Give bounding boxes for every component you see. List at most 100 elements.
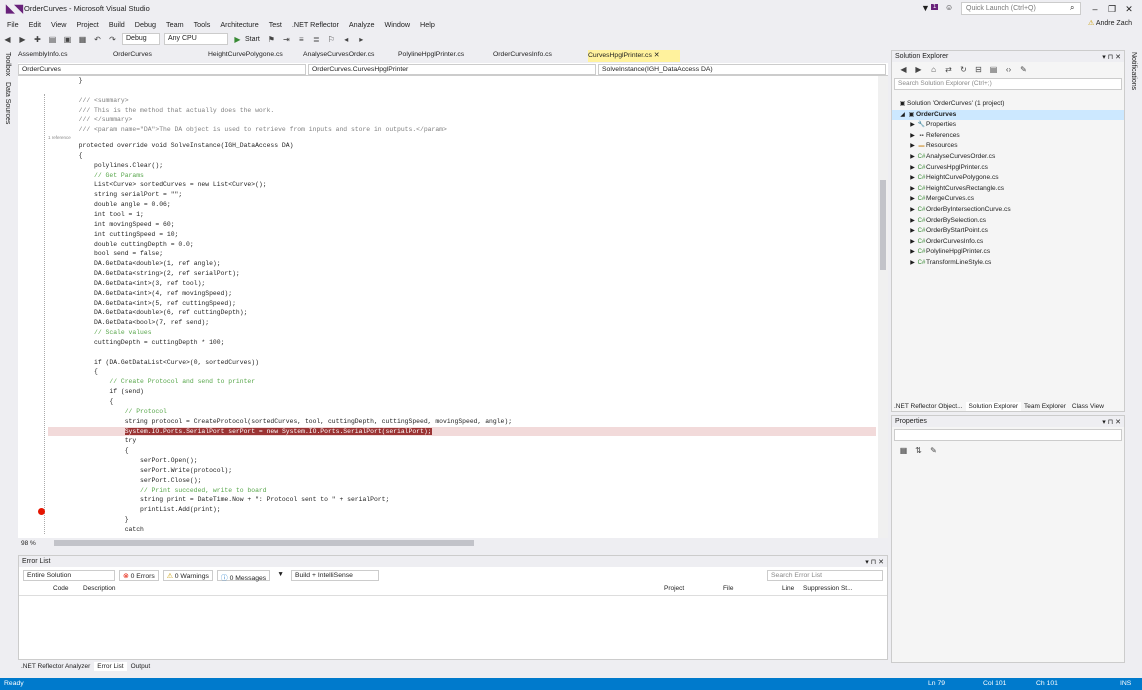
breakpoint-icon[interactable] (38, 508, 45, 515)
properties-icon[interactable]: ✎ (1018, 64, 1029, 75)
platform-select[interactable]: Any CPU (164, 33, 228, 45)
undo-icon[interactable]: ↶ (92, 34, 103, 45)
errors-filter-button[interactable]: ⊗ 0 Errors (119, 569, 159, 581)
tree-item[interactable]: ▶ C#PolylineHpglPrinter.cs (892, 247, 1124, 258)
expand-arrow-icon[interactable]: ▶ (908, 120, 917, 131)
code-line[interactable]: protected override void SolveInstance(IG… (48, 141, 876, 151)
collapse-icon[interactable]: ⊟ (973, 64, 984, 75)
forward-icon[interactable]: ▶ (17, 34, 28, 45)
code-line[interactable]: // Protocol (48, 407, 876, 417)
tree-item[interactable]: ▶ C#HeightCurvePolygone.cs (892, 173, 1124, 184)
code-view-icon[interactable]: ‹› (1003, 64, 1014, 75)
user-account[interactable]: ⚠ Andre Zach (1088, 19, 1132, 27)
forward-icon[interactable]: ▶ (913, 64, 924, 75)
menu-debug[interactable]: Debug (135, 20, 156, 29)
next-bookmark-icon[interactable]: ▸ (356, 34, 367, 45)
code-line[interactable]: DA.GetData<int>(4, ref movingSpeed); (48, 289, 876, 299)
tree-project[interactable]: ◢ ▣ OrderCurves (892, 109, 1124, 121)
panel-options-icon[interactable]: ▾ ⊓ ✕ (1102, 53, 1121, 61)
code-line[interactable]: List<Curve> sortedCurves = new List<Curv… (48, 180, 876, 190)
column-file[interactable]: File (723, 585, 733, 592)
tree-item[interactable]: ▶ C#AnalyseCurvesOrder.cs (892, 152, 1124, 163)
tree-item[interactable]: ▶ ▬ Resources (892, 141, 1124, 152)
doc-tab[interactable]: OrderCurves (113, 50, 208, 62)
properties-object-select[interactable] (894, 429, 1122, 441)
redo-icon[interactable]: ↷ (107, 34, 118, 45)
expand-arrow-icon[interactable]: ▶ (908, 247, 917, 258)
tree-solution[interactable]: ▣ Solution 'OrderCurves' (1 project) (892, 99, 1124, 110)
build-select[interactable]: Build + IntelliSense (290, 569, 379, 581)
quick-launch-input[interactable]: Quick Launch (Ctrl+Q) (961, 2, 1081, 15)
tree-item[interactable]: ▶ ▪▪ References (892, 131, 1124, 142)
code-line[interactable]: /// <param name="DA">The DA object is us… (48, 125, 876, 135)
refresh-icon[interactable]: ↻ (958, 64, 969, 75)
code-line[interactable]: // Scale values (48, 328, 876, 338)
property-pages-icon[interactable]: ✎ (928, 445, 939, 456)
menu-tools[interactable]: Tools (194, 20, 211, 29)
code-line[interactable]: DA.GetData<double>(6, ref cuttingDepth); (48, 308, 876, 318)
menu-analyze[interactable]: Analyze (349, 20, 375, 29)
start-button[interactable]: Start (245, 36, 260, 43)
bottom-tab[interactable]: Output (127, 662, 154, 671)
attach-icon[interactable]: ⚑ (266, 34, 277, 45)
doc-tab[interactable]: AnalyseCurvesOrder.cs (303, 50, 398, 62)
prev-bookmark-icon[interactable]: ◂ (341, 34, 352, 45)
bottom-tab[interactable]: .NET Reflector Analyzer (18, 662, 94, 671)
scope-select[interactable]: Entire Solution (23, 569, 115, 581)
bottom-tab[interactable]: Error List (94, 662, 127, 671)
expand-arrow-icon[interactable]: ▶ (908, 205, 917, 216)
tree-item[interactable]: ▶ C#MergeCurves.cs (892, 194, 1124, 205)
doc-tab[interactable]: AssemblyInfo.cs (18, 50, 113, 62)
code-line[interactable]: double cuttingDepth = 0.0; (48, 240, 876, 250)
tree-item[interactable]: ▶ C#OrderByIntersectionCurve.cs (892, 205, 1124, 216)
menu-view[interactable]: View (51, 20, 66, 29)
horizontal-scroll-thumb[interactable] (54, 540, 474, 546)
messages-filter-button[interactable]: ⓘ 0 Messages (216, 569, 271, 582)
code-line[interactable]: /// This is the method that actually doe… (48, 106, 876, 116)
start-icon[interactable]: ▶ (232, 34, 243, 45)
class-dropdown[interactable]: OrderCurves.CurvesHpglPrinter (308, 64, 596, 75)
tree-item[interactable]: ▶ C#OrderCurvesInfo.cs (892, 237, 1124, 248)
comment-icon[interactable]: ≡ (296, 34, 307, 45)
tree-item[interactable]: ▶ C#OrderByStartPoint.cs (892, 226, 1124, 237)
sync-icon[interactable]: ⇄ (943, 64, 954, 75)
code-line[interactable] (48, 348, 876, 358)
code-line[interactable] (48, 86, 876, 96)
code-line[interactable]: { (48, 367, 876, 377)
expand-arrow-icon[interactable]: ▶ (908, 216, 917, 227)
menu-edit[interactable]: Edit (29, 20, 41, 29)
menu-architecture[interactable]: Architecture (220, 20, 258, 29)
code-line[interactable]: cuttingDepth = cuttingDepth * 100; (48, 338, 876, 348)
doc-tab[interactable]: CurvesHpglPrinter.cs ✕ (588, 50, 680, 62)
code-line[interactable]: string print = DateTime.Now + ": Protoco… (48, 495, 876, 505)
home-icon[interactable]: ⌂ (928, 64, 939, 75)
error-search-input[interactable]: Search Error List (767, 569, 883, 581)
close-tab-icon[interactable]: ✕ (652, 52, 660, 59)
member-dropdown[interactable]: SolveInstance(IGH_DataAccess DA) (598, 64, 886, 75)
code-line[interactable]: // Get Params (48, 171, 876, 181)
zoom-level[interactable]: 98 % (18, 540, 48, 547)
project-dropdown[interactable]: OrderCurves (18, 64, 306, 75)
code-line[interactable]: { (48, 446, 876, 456)
code-line[interactable]: { (48, 151, 876, 161)
code-line[interactable]: /// </summary> (48, 115, 876, 125)
new-project-icon[interactable]: ✚ (32, 34, 43, 45)
code-text[interactable]: } /// <summary> /// This is the method t… (48, 76, 876, 535)
expand-arrow-icon[interactable]: ▶ (908, 258, 917, 269)
panel-options-icon[interactable]: ▾ ⊓ ✕ (865, 558, 884, 566)
code-line[interactable]: // Print succeded, write to board (48, 486, 876, 496)
categorized-icon[interactable]: ▦ (898, 445, 909, 456)
column-project[interactable]: Project (664, 585, 684, 592)
step-icon[interactable]: ⇥ (281, 34, 292, 45)
code-line[interactable]: string serialPort = ""; (48, 190, 876, 200)
notifications-tab[interactable]: Notifications (1130, 52, 1137, 90)
code-line[interactable]: double angle = 0.06; (48, 200, 876, 210)
code-line[interactable]: if (send) (48, 387, 876, 397)
expand-arrow-icon[interactable]: ▶ (908, 237, 917, 248)
menu-net-reflector[interactable]: .NET Reflector (292, 20, 339, 29)
bookmark-icon[interactable]: ⚐ (326, 34, 337, 45)
tree-item[interactable]: ▶ C#OrderBySelection.cs (892, 216, 1124, 227)
back-icon[interactable]: ◀ (898, 64, 909, 75)
code-line[interactable]: catch (48, 525, 876, 535)
expand-arrow-icon[interactable]: ▶ (908, 184, 917, 195)
